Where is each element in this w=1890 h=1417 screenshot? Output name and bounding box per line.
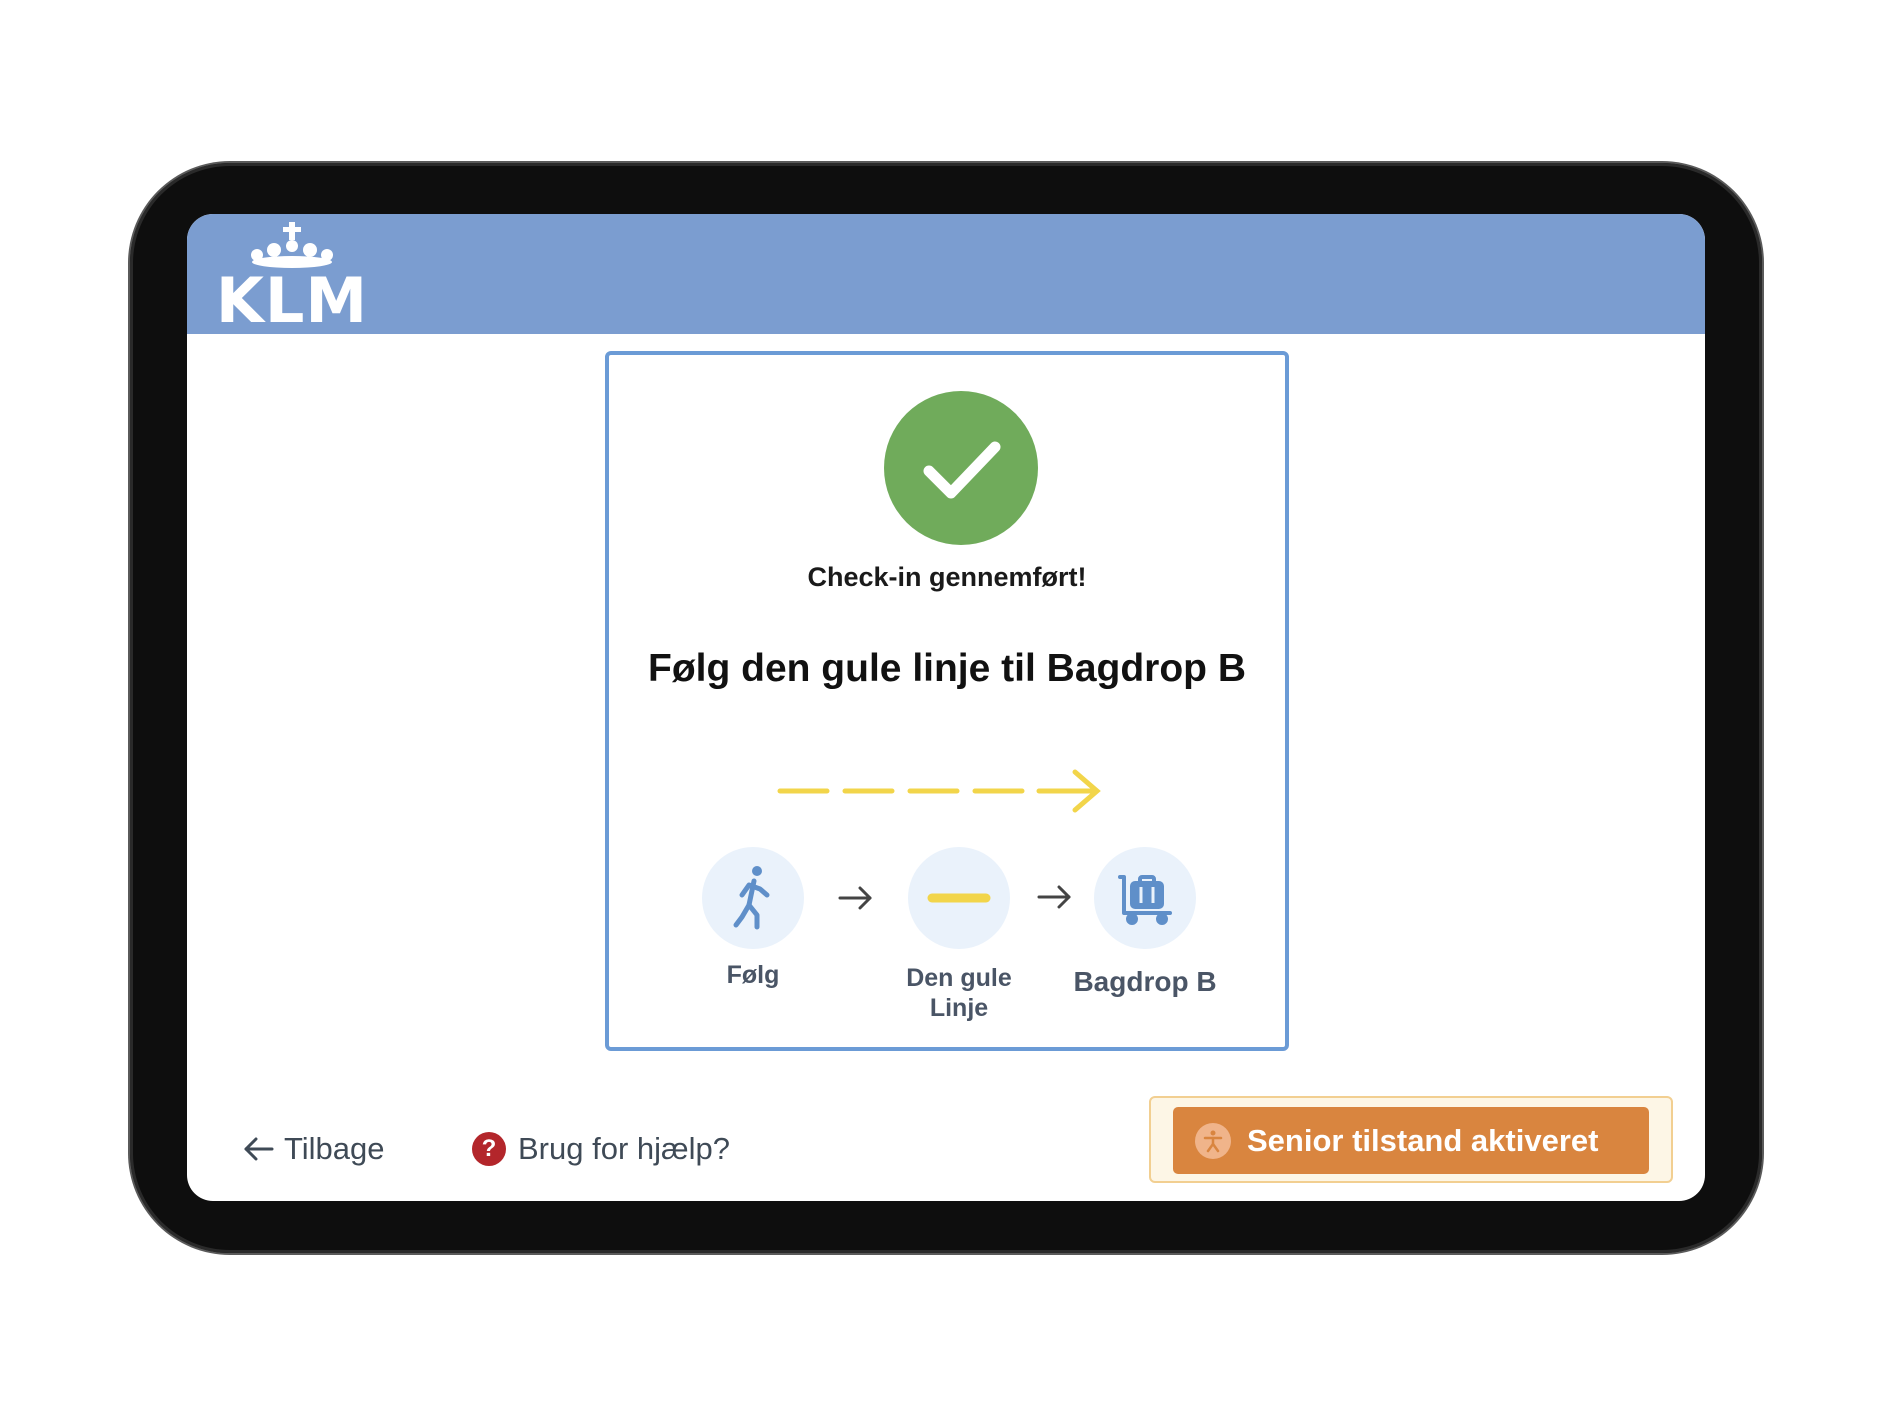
check-icon: [884, 391, 1038, 545]
back-label: Tilbage: [284, 1131, 385, 1166]
step-line-label: Den gule Linje: [906, 964, 1012, 1022]
yellow-dashed-arrow-icon: [777, 769, 1101, 813]
senior-mode-button[interactable]: Senior tilstand aktiveret: [1173, 1107, 1649, 1174]
step-walk-label: Følg: [726, 961, 780, 989]
step-bagdrop-circle: [1094, 847, 1196, 949]
yellow-line-icon: [927, 893, 991, 903]
senior-mode-banner: Senior tilstand aktiveret: [1149, 1096, 1673, 1183]
back-button[interactable]: Tilbage: [242, 1129, 385, 1169]
logo-text: KLM: [215, 264, 369, 337]
step-line-circle: [908, 847, 1010, 949]
luggage-cart-icon: [1118, 875, 1172, 925]
confirmation-card: Check-in gennemført! Følg den gule linje…: [605, 351, 1289, 1051]
status-title: Check-in gennemført!: [807, 562, 1087, 592]
accessibility-icon: [1195, 1122, 1231, 1159]
senior-mode-label: Senior tilstand aktiveret: [1247, 1122, 1599, 1158]
kiosk-screen: KLM Check-in gennemført! Følg den gule l…: [187, 214, 1705, 1201]
question-mark-icon: ?: [472, 1132, 506, 1166]
arrow-right-icon: [1037, 885, 1071, 909]
header-bar: KLM: [187, 214, 1705, 334]
help-label: Brug for hjælp?: [518, 1131, 730, 1166]
help-button[interactable]: ? Brug for hjælp?: [472, 1129, 730, 1169]
instruction-title: Følg den gule linje til Bagdrop B: [648, 647, 1246, 690]
walking-person-icon: [733, 866, 770, 930]
arrow-left-icon: [244, 1137, 274, 1161]
step-bagdrop-label: Bagdrop B: [1073, 966, 1217, 997]
klm-logo: KLM: [207, 222, 377, 332]
arrow-right-icon: [838, 886, 872, 910]
step-walk-circle: [702, 847, 804, 949]
